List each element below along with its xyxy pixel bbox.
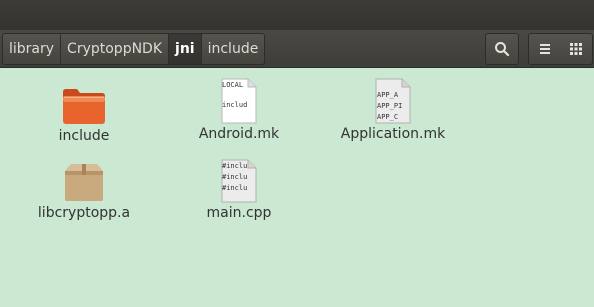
window-titlebar (0, 0, 594, 30)
file-item-include[interactable]: include (24, 78, 144, 144)
file-preview-line: LOCAL (222, 81, 244, 89)
file-name: libcryptopp.a (37, 205, 131, 221)
file-name: include (58, 128, 110, 144)
file-name: main.cpp (206, 205, 272, 221)
search-button[interactable] (485, 33, 519, 65)
file-preview-line: #inclu (222, 162, 248, 170)
file-preview-line (222, 90, 254, 100)
list-view-button[interactable] (528, 33, 561, 65)
breadcrumb: library CryptoppNDK jni include (2, 33, 266, 65)
file-preview-line: APP_A (377, 91, 399, 99)
list-view-icon (539, 44, 550, 54)
file-preview-line: APP_C (377, 113, 399, 121)
breadcrumb-library[interactable]: library (3, 34, 62, 64)
file-name: Android.mk (198, 126, 280, 142)
breadcrumb-cryptoppndk[interactable]: CryptoppNDK (61, 34, 170, 64)
file-item-application-mk[interactable]: APP_A APP_PI APP_C Application.mk (333, 76, 453, 142)
file-item-main-cpp[interactable]: #inclu #inclu #inclu main.cpp (179, 155, 299, 221)
file-preview-line: includ (222, 101, 248, 109)
file-item-android-mk[interactable]: LOCAL includ Android.mk (179, 76, 299, 142)
file-preview-line: #inclu (222, 173, 248, 181)
file-preview-line: #inclu (222, 184, 248, 192)
breadcrumb-include[interactable]: include (202, 34, 265, 64)
grid-view-button[interactable] (560, 33, 593, 65)
file-preview-line: APP_PI (377, 102, 403, 110)
file-name: Application.mk (340, 126, 446, 142)
folder-icon (63, 89, 105, 124)
grid-view-icon (570, 43, 582, 55)
archive-icon (65, 164, 103, 201)
search-icon (495, 42, 510, 57)
breadcrumb-jni[interactable]: jni (169, 34, 202, 64)
file-grid: include LOCAL includ Android.mk APP_A AP… (0, 68, 594, 307)
file-item-libcryptopp-a[interactable]: libcryptopp.a (24, 155, 144, 221)
